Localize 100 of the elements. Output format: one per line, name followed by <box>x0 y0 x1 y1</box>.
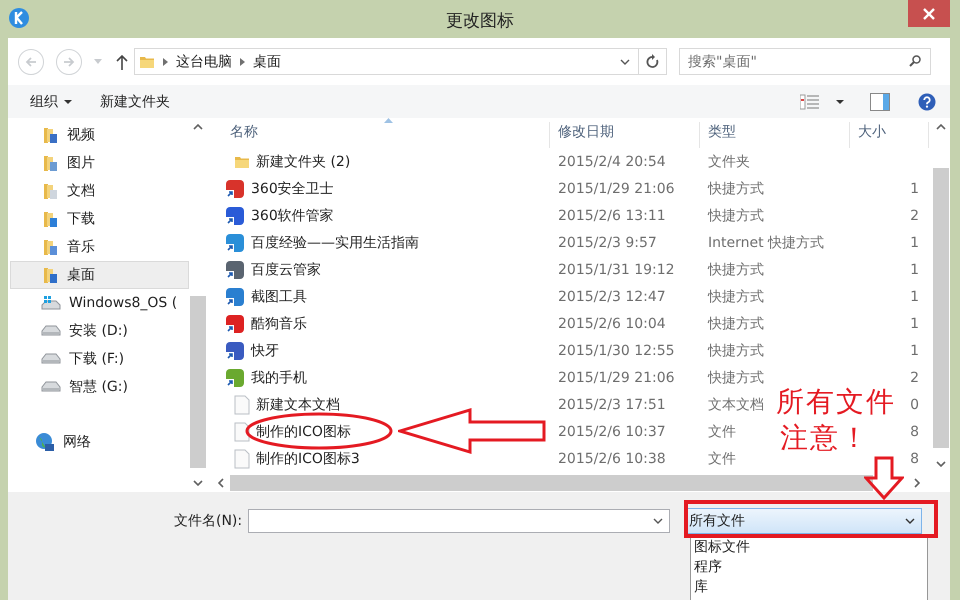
help-icon <box>918 92 936 110</box>
modified-date: 2015/2/6 10:37 <box>558 424 666 440</box>
file-size: 1 <box>910 342 919 358</box>
drive-icon <box>41 325 61 337</box>
file-name: 酷狗音乐 <box>251 314 307 332</box>
file-type: 文件 <box>708 424 736 440</box>
breadcrumb-arrow-icon <box>163 58 168 66</box>
file-row[interactable]: 我的手机 <box>212 368 550 388</box>
file-row[interactable]: 酷狗音乐 <box>212 314 550 334</box>
organize-menu[interactable]: 组织 <box>30 88 72 114</box>
shortcut-icon <box>225 368 245 388</box>
shortcut-icon <box>225 232 245 252</box>
refresh-icon <box>646 54 660 70</box>
up-button[interactable] <box>116 54 128 70</box>
file-type: 快捷方式 <box>708 342 764 358</box>
close-button[interactable] <box>908 0 950 27</box>
file-row[interactable]: 制作的ICO图标 <box>212 422 550 442</box>
file-size: 1 <box>910 262 919 278</box>
file-row[interactable]: 360安全卫士 <box>212 178 550 198</box>
new-folder-button[interactable]: 新建文件夹 <box>100 88 170 114</box>
nav-item[interactable]: 下载 (F:) <box>10 345 189 373</box>
drive-icon <box>41 381 61 393</box>
nav-item[interactable]: 音乐 <box>10 233 189 261</box>
window-title: 更改图标 <box>446 10 514 32</box>
library-folder-icon <box>43 126 59 144</box>
file-row[interactable]: 快牙 <box>212 340 550 360</box>
file-name: 360软件管家 <box>251 206 334 224</box>
details-view-icon <box>800 94 820 110</box>
chevron-down-icon[interactable] <box>620 58 630 64</box>
refresh-button[interactable] <box>639 48 667 75</box>
nav-item[interactable]: 桌面 <box>10 261 189 289</box>
search-field[interactable]: 搜索"桌面" <box>679 48 931 75</box>
nav-item[interactable]: 下载 <box>10 205 189 233</box>
file-name-field[interactable] <box>248 509 670 533</box>
file-name: 我的手机 <box>251 368 307 386</box>
file-row[interactable]: 截图工具 <box>212 286 550 306</box>
column-header[interactable]: 大小 <box>850 122 929 148</box>
up-arrow-icon <box>116 54 128 70</box>
dropdown-option[interactable]: 图标文件 <box>691 537 927 557</box>
library-folder-icon <box>43 154 59 172</box>
nav-item[interactable]: 智慧 (G:) <box>10 373 189 401</box>
nav-item[interactable]: 图片 <box>10 149 189 177</box>
file-type: Internet 快捷方式 <box>708 234 824 250</box>
modified-date: 2015/2/3 9:57 <box>558 234 657 250</box>
breadcrumb[interactable]: 这台电脑 <box>176 52 232 70</box>
file-name: 360安全卫士 <box>251 180 334 198</box>
scroll-up-icon <box>193 124 203 130</box>
file-size: 8 <box>910 450 919 466</box>
modified-date: 2015/2/3 12:47 <box>558 288 666 304</box>
annotation-note: 所有文件 <box>776 388 896 416</box>
file-name: 制作的ICO图标 <box>256 422 351 440</box>
view-caret-icon[interactable] <box>836 100 844 104</box>
document-icon <box>234 422 250 442</box>
file-row[interactable]: 制作的ICO图标3 <box>212 448 550 468</box>
scroll-left-icon <box>218 478 224 488</box>
shortcut-icon <box>225 314 245 334</box>
nav-item[interactable]: 网络 <box>10 428 189 456</box>
dropdown-option[interactable]: 库 <box>691 577 927 597</box>
shortcut-icon <box>225 340 245 360</box>
nav-item[interactable]: 视频 <box>10 121 189 149</box>
scroll-down-icon <box>193 480 203 486</box>
column-header[interactable]: 修改日期 <box>550 122 700 148</box>
scroll-up-icon <box>936 124 946 130</box>
file-type: 文件 <box>708 450 736 466</box>
file-row[interactable]: 百度云管家 <box>212 260 550 280</box>
preview-pane-button[interactable] <box>870 92 890 110</box>
file-type: 快捷方式 <box>708 316 764 332</box>
address-bar[interactable]: 这台电脑 桌面 <box>134 48 639 75</box>
document-icon <box>234 394 250 414</box>
file-name: 百度经验——实用生活指南 <box>251 234 419 252</box>
column-header[interactable]: 类型 <box>700 122 850 148</box>
modified-date: 2015/2/3 17:51 <box>558 396 666 412</box>
modified-date: 2015/1/29 21:06 <box>558 370 675 386</box>
file-size: 2 <box>910 208 919 224</box>
pane-icon <box>870 92 890 110</box>
modified-date: 2015/1/29 21:06 <box>558 180 675 196</box>
file-row[interactable]: 360软件管家 <box>212 206 550 226</box>
file-type: 快捷方式 <box>708 262 764 278</box>
file-size: 8 <box>910 424 919 440</box>
file-name: 制作的ICO图标3 <box>256 450 360 468</box>
file-name: 新建文本文档 <box>256 396 340 414</box>
library-folder-icon <box>43 210 59 228</box>
breadcrumb-arrow-icon <box>240 58 245 66</box>
chevron-down-icon <box>905 518 916 524</box>
help-button[interactable] <box>918 92 936 110</box>
file-size: 1 <box>910 234 919 250</box>
file-row[interactable]: 新建文件夹 (2) <box>212 152 550 170</box>
scroll-down-icon <box>936 461 946 467</box>
nav-item[interactable]: 文档 <box>10 177 189 205</box>
nav-item[interactable]: 安装 (D:) <box>10 317 189 345</box>
modified-date: 2015/2/4 20:54 <box>558 154 666 170</box>
file-size: 1 <box>910 180 919 196</box>
breadcrumb[interactable]: 桌面 <box>253 52 281 70</box>
modified-date: 2015/1/31 19:12 <box>558 262 675 278</box>
file-row[interactable]: 新建文本文档 <box>212 394 550 414</box>
file-row[interactable]: 百度经验——实用生活指南 <box>212 232 550 252</box>
nav-item[interactable]: Windows8_OS ( <box>10 289 189 317</box>
dropdown-option[interactable]: 程序 <box>691 557 927 577</box>
view-button[interactable] <box>800 94 820 110</box>
file-type: 快捷方式 <box>708 370 764 386</box>
